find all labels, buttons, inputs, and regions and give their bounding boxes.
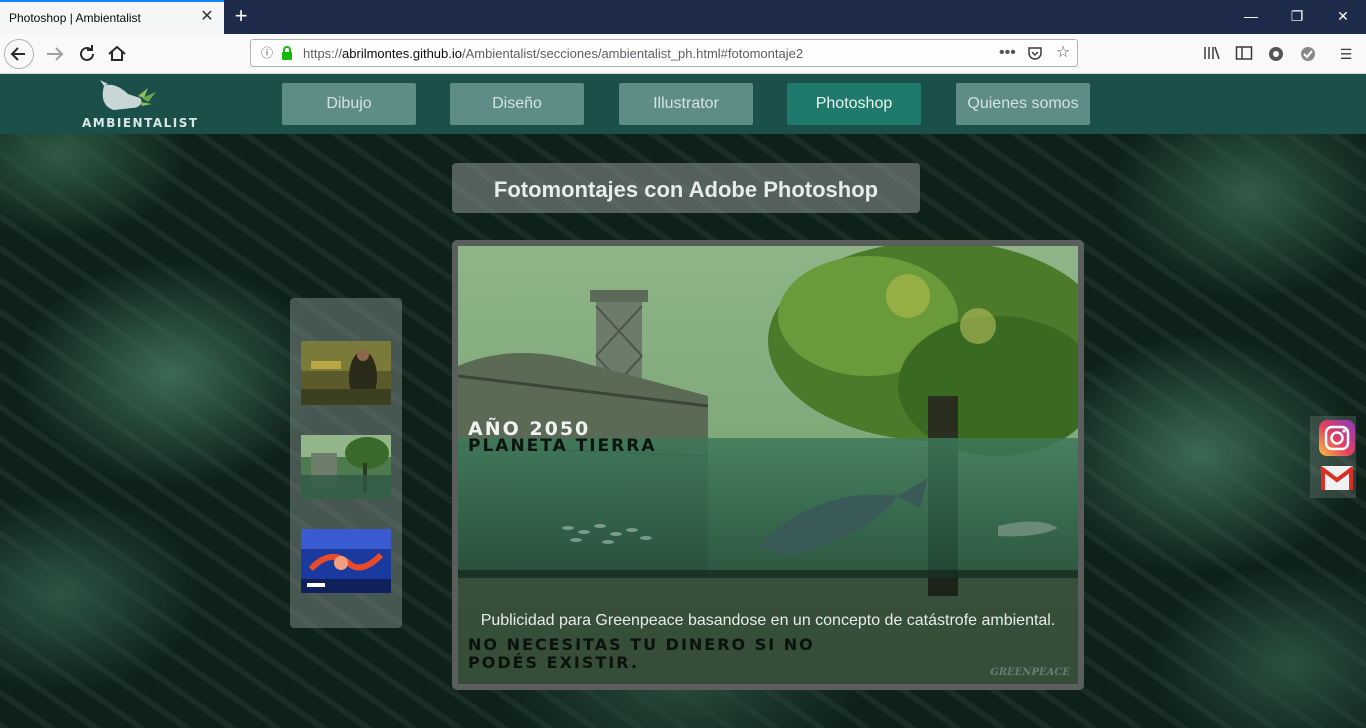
poster-subheadline: PLANETA TIERRA xyxy=(468,436,657,456)
featured-image[interactable]: AÑO 2050 PLANETA TIERRA Publicidad para … xyxy=(458,246,1078,684)
lock-icon[interactable] xyxy=(279,45,295,61)
thumbnail-2[interactable] xyxy=(301,435,391,499)
page-title: Fotomontajes con Adobe Photoshop xyxy=(493,177,879,202)
instagram-icon[interactable] xyxy=(1319,420,1355,456)
site-header: AMBIENTALIST Dibujo Diseño Illustrator P… xyxy=(0,74,1366,134)
url-prefix: https:// xyxy=(303,46,343,61)
poster-brand: GREENPEACE xyxy=(990,667,1070,678)
thumbnail-image xyxy=(301,529,391,593)
site-logo[interactable]: AMBIENTALIST xyxy=(82,78,199,132)
back-icon[interactable] xyxy=(4,39,34,69)
rhino-logo-icon xyxy=(100,80,156,110)
home-icon[interactable] xyxy=(102,40,132,68)
page-background: AMBIENTALIST Dibujo Diseño Illustrator P… xyxy=(0,74,1366,728)
nav-illustrator[interactable]: Illustrator xyxy=(619,83,753,125)
gmail-icon[interactable] xyxy=(1319,460,1355,496)
bookmark-star-icon[interactable]: ☆ xyxy=(1055,45,1071,61)
image-caption: Publicidad para Greenpeace basandose en … xyxy=(480,612,1056,629)
url-host: abrilmontes.github.io xyxy=(342,46,462,61)
thumbnail-3[interactable] xyxy=(301,529,391,593)
more-actions-icon[interactable]: ••• xyxy=(999,45,1016,61)
image-viewer: AÑO 2050 PLANETA TIERRA Publicidad para … xyxy=(452,240,1084,690)
logo-text: AMBIENTALIST xyxy=(82,116,199,130)
extension-icon[interactable] xyxy=(1266,45,1286,63)
social-links xyxy=(1310,416,1356,498)
close-icon[interactable]: ✕ xyxy=(198,8,216,26)
browser-tab[interactable]: Photoshop | Ambientalist ✕ xyxy=(0,0,224,34)
pocket-icon[interactable] xyxy=(1027,45,1043,61)
thumbnail-image xyxy=(301,341,391,405)
hamburger-menu-icon[interactable]: ☰ xyxy=(1336,45,1356,63)
thumbnail-1[interactable] xyxy=(301,341,391,405)
browser-toolbar: ⓘ https://abrilmontes.github.io/Ambienta… xyxy=(0,34,1366,74)
reload-icon[interactable] xyxy=(72,40,102,68)
poster-slogan: NO NECESITAS TU DINERO SI NO PODÉS EXIST… xyxy=(468,635,815,672)
thumbnail-panel xyxy=(290,298,402,628)
address-bar[interactable]: ⓘ https://abrilmontes.github.io/Ambienta… xyxy=(250,39,1078,67)
browser-tab-bar: Photoshop | Ambientalist ✕ + — ❐ ✕ xyxy=(0,0,1366,34)
thumbnail-image xyxy=(301,435,391,499)
nav-quienes-somos[interactable]: Quienes somos xyxy=(956,83,1090,125)
nav-photoshop[interactable]: Photoshop xyxy=(787,83,921,125)
nav-dibujo[interactable]: Dibujo xyxy=(282,83,416,125)
tab-title: Photoshop | Ambientalist xyxy=(9,11,141,25)
info-icon[interactable]: ⓘ xyxy=(259,45,275,61)
forward-icon[interactable] xyxy=(40,40,70,68)
plus-icon[interactable]: + xyxy=(230,4,252,28)
minimize-icon[interactable]: — xyxy=(1236,5,1266,27)
window-close-icon[interactable]: ✕ xyxy=(1328,5,1358,27)
library-icon[interactable] xyxy=(1202,45,1222,63)
url-text: https://abrilmontes.github.io/Ambientali… xyxy=(303,46,803,61)
restore-icon[interactable]: ❐ xyxy=(1282,5,1312,27)
extension2-icon[interactable] xyxy=(1298,45,1318,63)
nav-diseno[interactable]: Diseño xyxy=(450,83,584,125)
url-path: /Ambientalist/secciones/ambientalist_ph.… xyxy=(462,46,804,61)
page-title-box: Fotomontajes con Adobe Photoshop xyxy=(452,163,920,213)
sidebar-icon[interactable] xyxy=(1234,45,1254,63)
